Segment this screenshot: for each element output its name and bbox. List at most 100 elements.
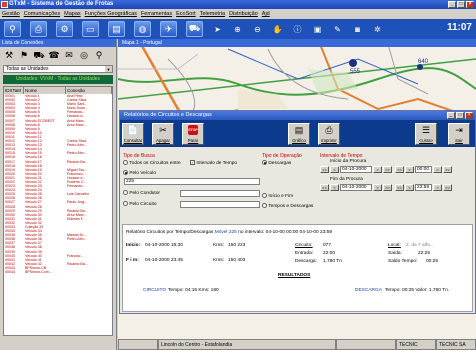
apagar-button[interactable]: ✂ Apagar xyxy=(152,123,174,145)
pointer-icon[interactable]: ➤ xyxy=(212,24,223,35)
flag-icon[interactable]: ⚑ xyxy=(18,49,30,61)
camera-icon[interactable]: ◙ xyxy=(352,24,363,35)
satellite-icon[interactable]: ✈ xyxy=(160,21,177,37)
veiculo-radio[interactable] xyxy=(123,170,128,175)
last-button[interactable]: >> xyxy=(383,184,392,191)
info-icon[interactable]: ⓘ xyxy=(292,24,303,35)
menu-funcoes-geograficas[interactable]: Funções Geográficas xyxy=(85,11,137,17)
intervalo-tempo-option[interactable]: ✓ Intervalo de Tempo xyxy=(190,160,237,166)
tempos-radio[interactable] xyxy=(262,203,267,208)
condutor-option[interactable]: Pelo Condutor xyxy=(123,190,160,196)
entrada-label: Entrada: xyxy=(295,251,314,256)
menu-ecosort[interactable]: EcoSort xyxy=(176,11,196,17)
menu-ajuda[interactable]: Ajd xyxy=(262,11,270,17)
dialog-maximize-button[interactable]: □ xyxy=(456,112,464,119)
menu-comunicacoes[interactable]: Comunicações xyxy=(24,11,60,17)
sair-button[interactable]: ⇥ Sair xyxy=(448,123,470,145)
circuito-field[interactable] xyxy=(180,201,260,208)
grafico-button[interactable]: ▤ Gráfico xyxy=(288,123,310,145)
next-button[interactable]: > xyxy=(433,184,442,191)
mail-icon[interactable]: ✉ xyxy=(63,49,75,61)
last-button[interactable]: >> xyxy=(443,166,452,173)
parar-button[interactable]: STOP Parar xyxy=(182,123,204,145)
monitor-icon[interactable]: ▭ xyxy=(82,21,99,37)
col-header-name[interactable]: Nome xyxy=(24,87,66,94)
veiculo-field[interactable]: 225 xyxy=(124,178,260,185)
prev-button[interactable]: < xyxy=(405,166,414,173)
descargas-option[interactable]: Descargas xyxy=(262,160,291,166)
phone-icon[interactable]: ☎ xyxy=(48,49,60,61)
intervalo-checkbox[interactable]: ✓ xyxy=(190,160,195,165)
first-button[interactable]: << xyxy=(320,166,329,173)
maximize-button[interactable]: □ xyxy=(457,1,465,8)
chart-icon[interactable]: ▤ xyxy=(108,21,125,37)
descargas-radio[interactable] xyxy=(262,160,267,165)
veiculo-option[interactable]: Pelo Veículo xyxy=(123,170,156,176)
circuito-summary-label: CIRCUITO xyxy=(143,288,167,293)
truck-icon[interactable]: ⛟ xyxy=(186,21,203,37)
inicio-date-field[interactable]: 04-10-2000 xyxy=(340,166,372,173)
table-cell xyxy=(66,270,112,274)
inicio-time-field[interactable]: 00:00 xyxy=(415,166,432,173)
todos-circuitos-option[interactable]: Todos os Circuitos entre xyxy=(123,160,181,166)
tools-icon[interactable]: ⚙ xyxy=(56,21,73,37)
prev-button[interactable]: < xyxy=(330,166,339,173)
units-select[interactable]: Todas as Unidades ▼ xyxy=(3,65,113,73)
truck-icon[interactable]: ⛟ xyxy=(33,49,45,61)
menu-telemetria[interactable]: Telemetria xyxy=(200,11,225,17)
circuito-option[interactable]: Pelo Circuito xyxy=(123,201,157,207)
exit-door-icon: ⇥ xyxy=(455,125,463,135)
fim-time-field[interactable]: 23:59 xyxy=(415,184,432,191)
prev-button[interactable]: < xyxy=(330,184,339,191)
consultar-button[interactable]: 📄 Consultar xyxy=(122,123,144,145)
wheel-icon[interactable]: ◎ xyxy=(78,49,90,61)
entrada-value: 22:00 xyxy=(323,251,336,256)
col-header-connection[interactable]: Conexão xyxy=(66,87,112,94)
zoom-in-icon[interactable]: ⊕ xyxy=(232,24,243,35)
binoculars-icon[interactable]: ⚲ xyxy=(4,21,21,37)
next-button[interactable]: > xyxy=(373,166,382,173)
prev-button[interactable]: < xyxy=(405,184,414,191)
next-button[interactable]: > xyxy=(433,166,442,173)
menu-gestao[interactable]: Gestão xyxy=(2,11,20,17)
minimize-button[interactable]: _ xyxy=(448,1,456,8)
fim-date-field[interactable]: 04-10-2000 xyxy=(340,184,372,191)
reports-dialog: Relatórios de Circuitos e Descargas _ □ … xyxy=(119,110,476,314)
prev-button[interactable]: << xyxy=(395,166,404,173)
vehicle-marker[interactable] xyxy=(349,59,357,67)
menu-mapas[interactable]: Mapas xyxy=(64,11,81,17)
inicio-fim-radio[interactable] xyxy=(262,193,267,198)
inicio-fim-option[interactable]: Início e Fim xyxy=(262,193,293,199)
settings-icon[interactable]: ✲ xyxy=(372,24,383,35)
condutor-radio[interactable] xyxy=(123,190,128,195)
lista-button[interactable]: ☰ <Lista> xyxy=(415,123,437,145)
pencil-icon[interactable]: ✎ xyxy=(332,24,343,35)
col-header-id[interactable]: IDXTaM xyxy=(4,87,24,94)
table-row[interactable]: 00044 BPSimon-Com... xyxy=(4,270,112,274)
next-button[interactable]: > xyxy=(373,184,382,191)
condutor-field[interactable] xyxy=(180,190,260,197)
circuito-radio[interactable] xyxy=(123,201,128,206)
first-button[interactable]: << xyxy=(320,184,329,191)
chevron-down-icon[interactable]: ▼ xyxy=(105,66,112,72)
search-icon[interactable]: ⚲ xyxy=(93,49,105,61)
last-button[interactable]: >> xyxy=(383,166,392,173)
last-button[interactable]: >> xyxy=(443,184,452,191)
menu-ferramentas[interactable]: Ferramentas xyxy=(141,11,172,17)
zoom-out-icon[interactable]: ⊖ xyxy=(252,24,263,35)
pan-icon[interactable]: ✋ xyxy=(272,24,283,35)
tools-icon[interactable]: ⚒ xyxy=(3,49,15,61)
dialog-close-button[interactable]: × xyxy=(465,112,473,119)
prev-button[interactable]: << xyxy=(395,184,404,191)
dialog-minimize-button[interactable]: _ xyxy=(447,112,455,119)
tempos-option[interactable]: Tempos e Descargas xyxy=(262,203,313,209)
map-scale-icon[interactable]: ▣ xyxy=(312,24,323,35)
globe-icon[interactable]: ◍ xyxy=(134,21,151,37)
print-icon[interactable]: ⎙ xyxy=(30,21,47,37)
intervalo-label: Intervalo de Tempo xyxy=(196,160,238,166)
close-button[interactable]: × xyxy=(466,1,474,8)
menu-distribuicao[interactable]: Distribuição xyxy=(229,11,258,17)
connections-toolbar: ⚒ ⚑ ⛟ ☎ ✉ ◎ ⚲ xyxy=(0,47,116,63)
todos-radio[interactable] xyxy=(123,160,128,165)
imprimir-button[interactable]: ⎙ Imprimir xyxy=(318,123,340,145)
